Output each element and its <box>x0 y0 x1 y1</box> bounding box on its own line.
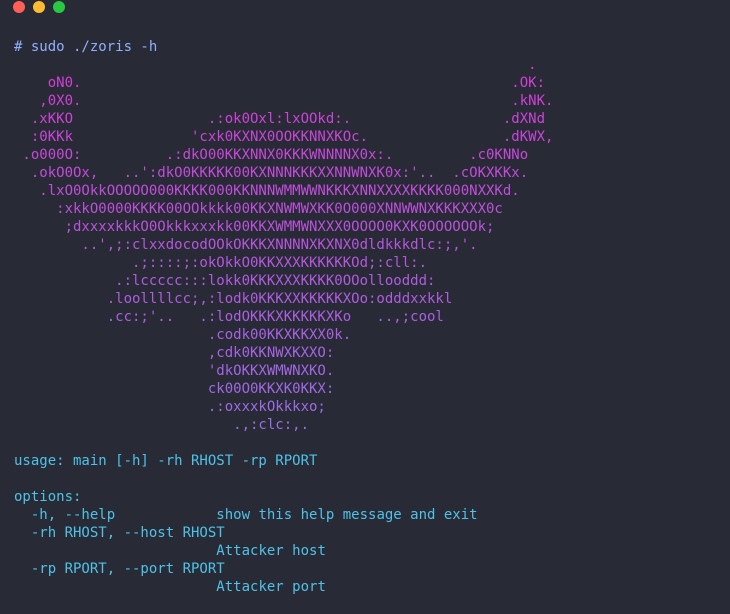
ascii-art-line: :0KKk 'cxk0KXNX0OOKKNNXKOc. .dKWX, <box>14 129 554 145</box>
ascii-art-line: .lxO0OkkOOOOO000KKKK000KKNNNWMMWWNKKKXNN… <box>14 183 520 199</box>
ascii-art-line: .:lccccc:::lokk0KKKXXXKKKK0OOollooddd: <box>14 273 436 289</box>
ascii-art-line: .;::::;:okOkkO0KKXXXKKKKKKOd;:cll:. <box>14 255 428 271</box>
option-flag <box>14 543 216 559</box>
command-prompt-line: # sudo ./zoris -h <box>14 39 158 55</box>
usage-line: usage: main [-h] -rh RHOST -rp RPORT <box>14 453 318 469</box>
option-flag: -rp RPORT, --port RPORT <box>14 561 225 577</box>
ascii-art-line: ck00O0KKXK0KKX: <box>14 381 335 397</box>
option-line: -rp RPORT, --port RPORT <box>14 560 553 578</box>
title-bar <box>0 0 730 16</box>
maximize-window-button[interactable] <box>53 1 65 13</box>
ascii-art-line: .cc:;'.. .:lodOKKKXKKKKKXKo ..,;cool <box>14 309 444 325</box>
option-line: -rh RHOST, --host RHOST <box>14 524 553 542</box>
option-flag <box>14 579 216 595</box>
options-header: options: <box>14 489 82 505</box>
terminal-window: # sudo ./zoris -h . oN0. .OK: ,0X0. .kNK… <box>0 0 730 614</box>
options-section: options: -h, --help show this help messa… <box>14 488 553 596</box>
ascii-art-line: 'dkOKKXWMWNXKO. <box>14 363 335 379</box>
ascii-art-line: .,:clc:,. <box>14 417 310 433</box>
ascii-art-line: .o000O: .:dkO00KKXNNX0KKKWNNNNX0x:. .c0K… <box>14 147 529 163</box>
option-line: Attacker port <box>14 578 553 596</box>
option-flag: -rh RHOST, --host RHOST <box>14 525 225 541</box>
ascii-art-line: ,cdk0KKNWXKXXO: <box>14 345 335 361</box>
ascii-art-line: ..',;:clxxdocodOOkOKKKXNNNNXKXNX0dldkkkd… <box>14 237 478 253</box>
option-description: Attacker host <box>216 543 326 559</box>
ascii-art-line: .:oxxxkOkkkxo; <box>14 399 326 415</box>
option-line: Attacker host <box>14 542 553 560</box>
ascii-art-line: ,0X0. .kNK. <box>14 93 554 109</box>
terminal-output: # sudo ./zoris -h . oN0. .OK: ,0X0. .kNK… <box>14 38 553 596</box>
ascii-art-line: .codk00KKXKKXX0k. <box>14 327 352 343</box>
ascii-art-line: . <box>14 57 537 73</box>
option-description: show this help message and exit <box>216 507 478 523</box>
ascii-art-line: .okO0Ox, ..':dkO0KKKKK00KXNNNKKKXXNNWNXK… <box>14 165 529 181</box>
ascii-art-line: .loollllcc;,:lodk0KKKXXKKKKKXOo:odddxxkk… <box>14 291 453 307</box>
close-window-button[interactable] <box>13 1 25 13</box>
options-list: -h, --help show this help message and ex… <box>14 506 553 596</box>
ascii-art-line: .xKKO .:ok0Oxl:lxOOkd:. .dXNd <box>14 111 546 127</box>
ascii-art-line: ;dxxxxkkkO0Okkkxxxkk00KKXWMMWNXXX0OOOO0K… <box>14 219 495 235</box>
ascii-art-line: :xkkO0000KKKK00OOkkkk00KKXNWMWXKK0O000XN… <box>14 201 503 217</box>
option-line: -h, --help show this help message and ex… <box>14 506 553 524</box>
ascii-art-line: oN0. .OK: <box>14 75 546 91</box>
minimize-window-button[interactable] <box>33 1 45 13</box>
option-flag: -h, --help <box>14 507 217 523</box>
option-description: Attacker port <box>216 579 326 595</box>
ascii-art-logo: . oN0. .OK: ,0X0. .kNK. .xKKO .:ok0Oxl:l… <box>14 56 553 434</box>
